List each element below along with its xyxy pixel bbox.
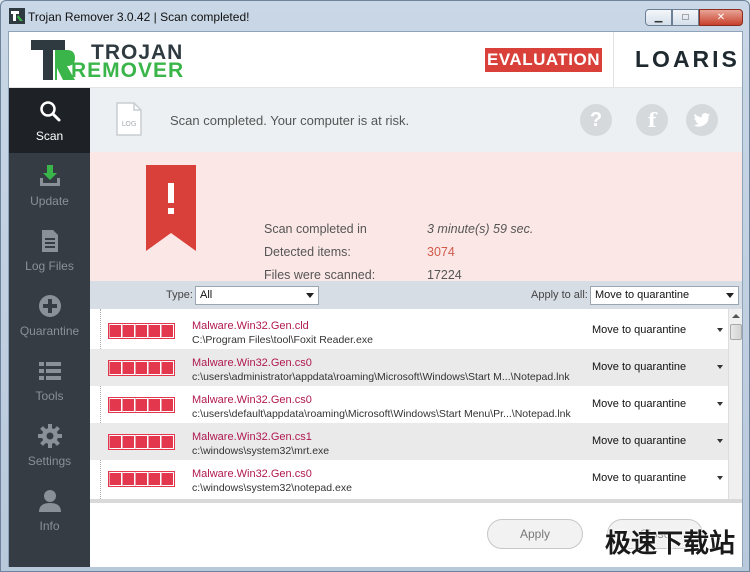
sidebar: Scan Update Log Files Quarantine Tools S…: [9, 88, 90, 567]
sidebar-item-label: Info: [39, 519, 60, 533]
search-icon: [40, 101, 61, 122]
chevron-down-icon[interactable]: [717, 476, 723, 480]
summary-label-scanned: Files were scanned:: [264, 268, 376, 282]
chevron-down-icon[interactable]: [717, 402, 723, 406]
trojan-logo-icon: [31, 40, 75, 80]
type-label: Type:: [166, 289, 193, 301]
chevron-down-icon[interactable]: [717, 365, 723, 369]
threat-list: Malware.Win32.Gen.cld C:\Program Files\t…: [90, 309, 742, 499]
sidebar-item-quarantine[interactable]: Quarantine: [9, 283, 90, 348]
threat-path: c:\windows\system32\mrt.exe: [192, 445, 330, 457]
sidebar-item-label: Settings: [27, 454, 72, 468]
threat-row[interactable]: Malware.Win32.Gen.cs1 c:\windows\system3…: [90, 423, 728, 460]
chevron-down-icon: [306, 293, 314, 298]
threat-action-select[interactable]: Move to quarantine: [592, 361, 686, 373]
sidebar-item-label: Log Files: [25, 259, 74, 273]
maximize-button[interactable]: □: [672, 9, 699, 26]
window-controls: ▁ □ ✕: [645, 9, 743, 26]
summary-value-time: 3 minute(s) 59 sec.: [427, 222, 534, 236]
sidebar-item-label: Quarantine: [19, 324, 80, 338]
watermark-text: 极速下载站: [604, 529, 735, 559]
sidebar-item-label: Update: [30, 194, 69, 208]
apply-to-all-select[interactable]: Move to quarantine: [590, 286, 739, 305]
threat-name: Malware.Win32.Gen.cs0: [192, 468, 312, 480]
threat-path: c:\windows\system32\notepad.exe: [192, 482, 352, 494]
alert-ribbon-icon: [146, 165, 196, 251]
minimize-button[interactable]: ▁: [645, 9, 672, 26]
threat-path: c:\users\default\appdata\roaming\Microso…: [192, 408, 571, 420]
scroll-thumb[interactable]: [730, 324, 742, 340]
sidebar-item-settings[interactable]: Settings: [9, 413, 90, 478]
scan-summary: Scan completed in 3 minute(s) 59 sec. De…: [90, 152, 742, 282]
client-area: TROJAN REMOVER EVALUATION LOARIS Scan Up…: [8, 31, 743, 567]
threat-path: c:\users\administrator\appdata\roaming\M…: [192, 371, 570, 383]
summary-value-scanned: 17224: [427, 268, 462, 282]
app-icon: [9, 8, 25, 24]
threat-path: C:\Program Files\tool\Foxit Reader.exe: [192, 334, 373, 346]
threat-name: Malware.Win32.Gen.cs0: [192, 357, 312, 369]
evaluation-badge: EVALUATION: [485, 48, 602, 72]
log-file-icon: LOG: [116, 102, 142, 136]
window-title: Trojan Remover 3.0.42 | Scan completed!: [28, 10, 250, 24]
title-bar[interactable]: Trojan Remover 3.0.42 | Scan completed! …: [1, 1, 749, 31]
threat-name: Malware.Win32.Gen.cs0: [192, 394, 312, 406]
threat-name: Malware.Win32.Gen.cld: [192, 320, 309, 332]
facebook-icon[interactable]: f: [636, 104, 668, 136]
help-icon[interactable]: ?: [580, 104, 612, 136]
list-scrollbar[interactable]: [728, 309, 742, 499]
severity-bar: [108, 434, 175, 450]
sidebar-item-scan[interactable]: Scan: [9, 88, 90, 153]
summary-value-detected: 3074: [427, 245, 455, 259]
summary-label-detected: Detected items:: [264, 245, 351, 259]
download-icon: [40, 165, 60, 186]
threat-row[interactable]: Malware.Win32.Gen.cs0 c:\users\administr…: [90, 349, 728, 386]
apply-button[interactable]: Apply: [487, 519, 583, 549]
person-icon: [39, 490, 61, 512]
chevron-down-icon[interactable]: [717, 328, 723, 332]
logo-text-remover: REMOVER: [71, 59, 185, 82]
app-header: TROJAN REMOVER EVALUATION LOARIS: [9, 32, 742, 88]
threat-name: Malware.Win32.Gen.cs1: [192, 431, 312, 443]
severity-bar: [108, 397, 175, 413]
chevron-down-icon[interactable]: [717, 439, 723, 443]
threat-row[interactable]: Malware.Win32.Gen.cs0 c:\users\default\a…: [90, 386, 728, 423]
scroll-up-icon[interactable]: [729, 309, 742, 323]
loaris-logo: LOARIS: [635, 46, 740, 72]
sidebar-item-tools[interactable]: Tools: [9, 348, 90, 413]
chevron-down-icon: [726, 293, 734, 298]
gear-icon: [38, 424, 62, 448]
apply-to-all-label: Apply to all:: [531, 289, 588, 301]
severity-bar: [108, 360, 175, 376]
plus-circle-icon: [39, 295, 61, 317]
document-icon: [42, 230, 58, 252]
list-icon: [39, 362, 61, 380]
threat-row[interactable]: Malware.Win32.Gen.cs0 c:\windows\system3…: [90, 460, 728, 497]
severity-bar: [108, 471, 175, 487]
header-divider: [613, 32, 614, 88]
threat-action-select[interactable]: Move to quarantine: [592, 472, 686, 484]
summary-label-time: Scan completed in: [264, 222, 367, 236]
apply-to-all-value: Move to quarantine: [595, 289, 690, 301]
threat-row[interactable]: Malware.Win32.Gen.cld C:\Program Files\t…: [90, 312, 728, 349]
threat-action-select[interactable]: Move to quarantine: [592, 324, 686, 336]
status-bar: LOG Scan completed. Your computer is at …: [90, 88, 742, 152]
twitter-icon[interactable]: [686, 104, 718, 136]
app-window: Trojan Remover 3.0.42 | Scan completed! …: [0, 0, 750, 572]
threat-action-select[interactable]: Move to quarantine: [592, 398, 686, 410]
log-icon-text: LOG: [122, 120, 137, 128]
type-select[interactable]: All: [195, 286, 319, 305]
sidebar-item-update[interactable]: Update: [9, 153, 90, 218]
close-window-button[interactable]: ✕: [699, 9, 743, 26]
status-message: Scan completed. Your computer is at risk…: [170, 113, 410, 128]
sidebar-item-label: Scan: [35, 129, 64, 143]
filter-bar: Type: All Apply to all: Move to quaranti…: [90, 281, 742, 309]
threat-action-select[interactable]: Move to quarantine: [592, 435, 686, 447]
sidebar-item-log-files[interactable]: Log Files: [9, 218, 90, 283]
severity-bar: [108, 323, 175, 339]
sidebar-item-label: Tools: [35, 389, 64, 403]
sidebar-item-info[interactable]: Info: [9, 478, 90, 543]
type-select-value: All: [200, 289, 213, 301]
